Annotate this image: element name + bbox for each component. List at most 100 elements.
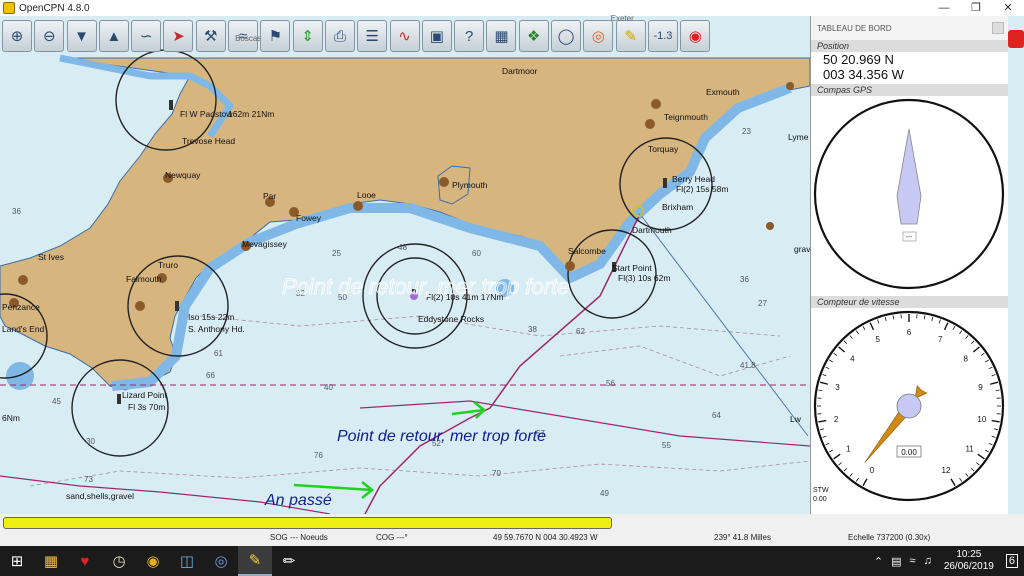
label-dartmouth: Dartmouth <box>632 225 672 235</box>
help-button[interactable]: ? <box>454 20 485 52</box>
sounding: 49 <box>600 489 609 498</box>
dashboard-button[interactable]: ▦ <box>486 20 517 52</box>
zoom-level-button[interactable]: -1.3 <box>647 20 678 52</box>
wifi-icon[interactable]: ≈ <box>910 555 916 567</box>
wrench-icon: ⚒ <box>204 28 218 45</box>
sounding: 48 <box>398 243 407 252</box>
folder-icon: ▦ <box>43 553 59 570</box>
taskbar-explorer[interactable]: ▦ <box>34 546 68 576</box>
label-exmouth: Exmouth <box>706 87 740 97</box>
speedometer-tick-label: 9 <box>978 383 983 392</box>
track-button[interactable]: ⇕ <box>292 20 323 52</box>
sounding: 25 <box>332 249 341 258</box>
mob-toggle-button[interactable]: ◎ <box>583 20 614 52</box>
label-mevagissey: Mevagissey <box>242 239 288 249</box>
dashboard-title: TABLEAU DE BORD <box>817 24 892 33</box>
dial-icon: ◯ <box>557 28 575 45</box>
taskbar-app-window[interactable]: ◫ <box>170 546 204 576</box>
print-button[interactable]: ⎙ <box>324 20 355 52</box>
start-button[interactable]: ⊞ <box>0 546 34 576</box>
sounding: 41.8 <box>740 361 756 370</box>
status-sog: SOG --- Noeuds <box>270 533 328 542</box>
label-dartmoor: Dartmoor <box>502 66 538 76</box>
compass-readout: --- <box>906 234 914 241</box>
status-cog: COG ---° <box>376 533 408 542</box>
speedometer-tick-label: 1 <box>846 444 851 453</box>
dial-button[interactable]: ◯ <box>551 20 582 52</box>
window-title: OpenCPN 4.8.0 <box>19 2 90 14</box>
chart-icon: ▣ <box>429 28 444 45</box>
taskbar-app-pen[interactable]: ✏ <box>272 546 306 576</box>
taskbar-clock[interactable]: 10:25 26/06/2019 <box>944 549 994 573</box>
speedometer-tick-label: 0 <box>870 466 875 475</box>
sounding: 30 <box>86 437 95 446</box>
taskbar-opencpn[interactable]: ✎ <box>238 546 272 576</box>
label-teignmouth: Teignmouth <box>664 112 708 122</box>
chart-groups-button[interactable]: ▣ <box>421 20 452 52</box>
taskbar-app-globe[interactable]: ◎ <box>204 546 238 576</box>
speedometer-tick-label: 7 <box>938 335 943 344</box>
zoom-out-button[interactable]: ⊖ <box>34 20 65 52</box>
mark-button[interactable]: ➤ <box>163 20 194 52</box>
volume-icon[interactable]: ♫ <box>924 555 932 567</box>
route-manager-button[interactable]: ☰ <box>357 20 388 52</box>
sounding: 27 <box>758 299 767 308</box>
scale-down-button[interactable]: ▼ <box>66 20 97 52</box>
chevron-up-icon[interactable]: ⌃ <box>874 555 883 568</box>
mob-button[interactable]: ◉ <box>680 20 711 52</box>
settings-button[interactable]: ⚒ <box>195 20 226 52</box>
taskbar-app-heart[interactable]: ♥ <box>68 546 102 576</box>
record-indicator[interactable] <box>1008 30 1024 48</box>
grib-button[interactable]: ❖ <box>518 20 549 52</box>
sounding: 23 <box>742 127 751 136</box>
label-start-light: Fl(3) 10s 62m <box>618 273 670 283</box>
minimize-button[interactable]: — <box>928 0 960 16</box>
opencpn-app-icon <box>3 2 15 14</box>
grid-icon: ▦ <box>494 28 509 45</box>
taskbar-chrome[interactable]: ◉ <box>136 546 170 576</box>
sounding: 70 <box>492 469 501 478</box>
sounding: 55 <box>662 441 671 450</box>
clock-time: 10:25 <box>956 549 982 560</box>
boscastle-button[interactable]: ⚑ <box>260 20 291 52</box>
label-salcombe: Salcombe <box>568 246 606 256</box>
annotation-passed: An passé <box>264 492 332 509</box>
lifebuoy-small-icon: ◎ <box>591 28 605 45</box>
maximize-button[interactable]: ❐ <box>960 0 992 16</box>
scale-up-button[interactable]: ▲ <box>98 20 129 52</box>
dashboard-close-button[interactable] <box>992 22 1004 34</box>
label-lizard-light: Fl 3s 70m <box>128 402 165 412</box>
route-button[interactable]: ∽ <box>131 20 162 52</box>
network-icon[interactable]: ▤ <box>891 555 901 568</box>
speedometer-title: Compteur de vitesse <box>811 296 1008 308</box>
sounding: 61 <box>214 349 223 358</box>
windows-taskbar: ⊞ ▦ ♥ ◷ ◉ ◫ ◎ ✎ ✏ ⌃ ▤ ≈ ♫ 10:25 26/06/20… <box>0 546 1024 576</box>
sounding: 64 <box>712 411 721 420</box>
notification-icon[interactable]: 6 <box>1005 554 1018 568</box>
close-button[interactable]: ✕ <box>992 0 1024 16</box>
chart-canvas[interactable]: Dartmoor Exmouth Teignmouth Lyme Torquay… <box>0 16 810 514</box>
tide-button[interactable]: ≈ Boscastle <box>228 20 270 52</box>
label-truro: Truro <box>158 260 178 270</box>
compass-title: Compas GPS <box>811 84 1008 96</box>
dashboard-panel: TABLEAU DE BORD Position 50 20.969 N 003… <box>810 16 1008 514</box>
label-anthony-light: Iso 15s 22m <box>188 312 234 322</box>
opencpn-icon: ✎ <box>248 552 262 569</box>
taskbar-app-clock[interactable]: ◷ <box>102 546 136 576</box>
sounding: 40 <box>324 383 333 392</box>
label-plymouth: Plymouth <box>452 180 488 190</box>
stw-label: STW <box>813 487 829 494</box>
label-torquay: Torquay <box>648 144 679 154</box>
zoom-in-button[interactable]: ⊕ <box>2 20 32 52</box>
clock-icon: ◷ <box>112 553 126 570</box>
chrome-icon: ◉ <box>146 553 160 570</box>
latitude-value: 50 20.969 N <box>823 52 894 67</box>
shallow-patch-2 <box>6 362 34 390</box>
speedometer-readout: 0.00 <box>901 448 917 457</box>
label-eddystone-rocks: Eddystone Rocks <box>418 314 484 324</box>
speedometer-tick-label: 11 <box>965 444 974 453</box>
tracks-button[interactable]: ∿ <box>389 20 420 52</box>
toolbar-tooltip-right: Exeter <box>610 14 634 23</box>
speedometer-tick-label: 3 <box>835 383 840 392</box>
measure-button[interactable]: ✎ Exeter <box>611 14 646 52</box>
